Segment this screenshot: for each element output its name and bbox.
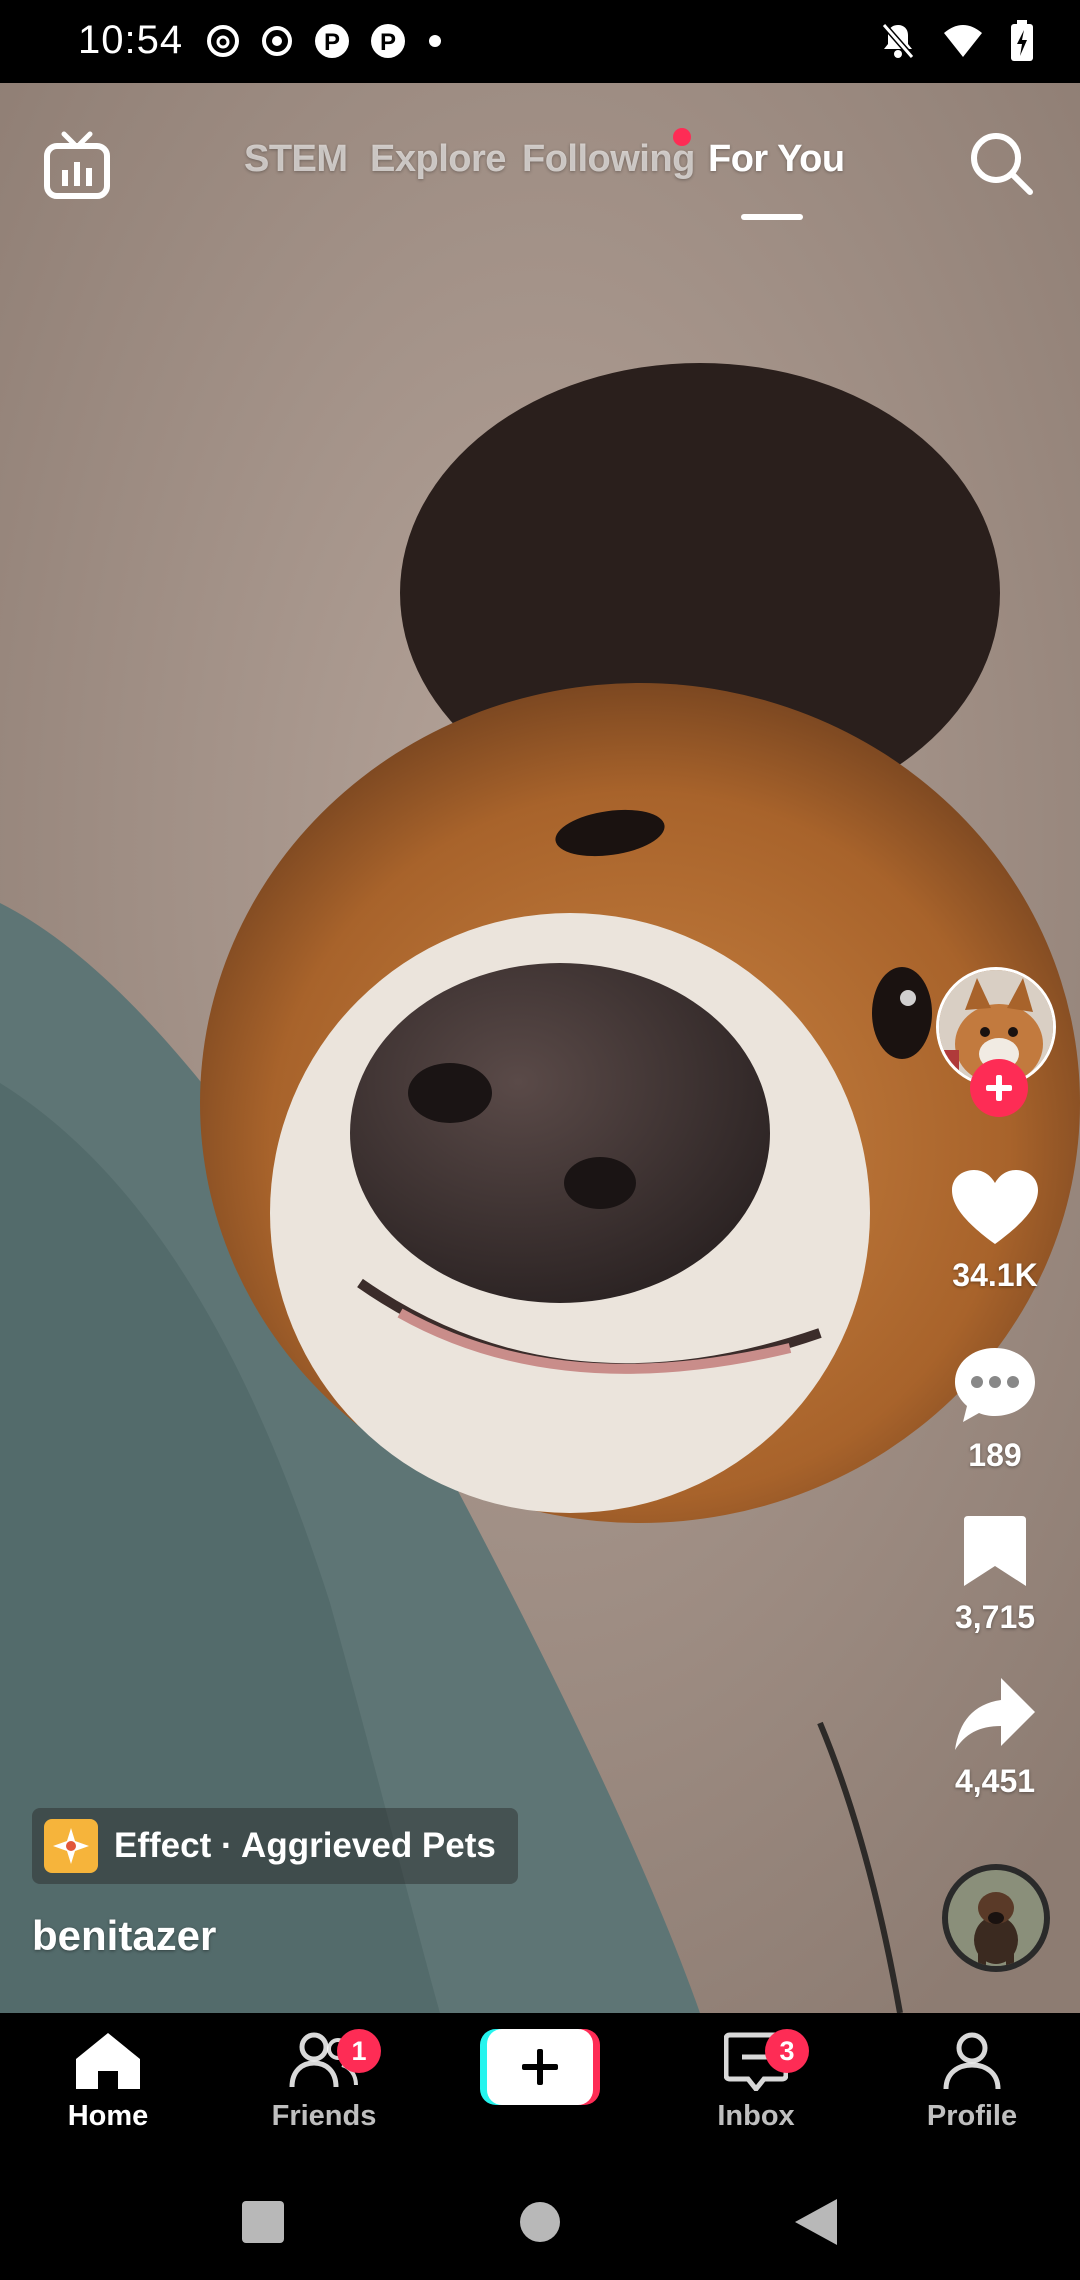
status-notification-icons: P P [205, 22, 445, 60]
creator-avatar-button[interactable] [936, 967, 1056, 1117]
mute-icon [881, 23, 915, 59]
comment-button[interactable]: 189 [940, 1346, 1050, 1474]
dot-icon [429, 35, 441, 47]
active-tab-indicator [741, 214, 803, 220]
plus-icon [986, 1075, 1012, 1101]
share-icon [955, 1678, 1035, 1750]
tab-stem[interactable]: STEM [244, 138, 348, 181]
svg-text:P: P [324, 29, 340, 56]
nav-friends-label: Friends [271, 2100, 377, 2132]
tab-following[interactable]: Following [522, 138, 695, 181]
recents-icon[interactable] [242, 2201, 284, 2243]
record-icon [262, 26, 292, 56]
svg-text:P: P [380, 29, 396, 56]
video-player[interactable] [0, 83, 1080, 2013]
nav-friends[interactable]: Friends 1 [239, 2029, 409, 2133]
friends-badge: 1 [337, 2029, 381, 2073]
heart-icon [952, 1170, 1038, 1244]
search-icon [971, 133, 1033, 195]
follow-button[interactable] [970, 1059, 1028, 1117]
save-count: 3,715 [954, 1599, 1036, 1635]
music-disc-button[interactable] [942, 1864, 1050, 1972]
search-button[interactable] [968, 130, 1034, 201]
sound-avatar [948, 1870, 1044, 1966]
home-icon [76, 2033, 140, 2089]
pinterest-icon: P [315, 24, 349, 58]
nav-home-label: Home [67, 2100, 149, 2132]
share-count: 4,451 [954, 1763, 1036, 1799]
dog-video-frame [0, 83, 1080, 2013]
like-count: 34.1K [952, 1257, 1038, 1293]
battery-charging-icon [1011, 20, 1033, 61]
home-circle-icon[interactable] [519, 2201, 561, 2243]
nav-inbox[interactable]: Inbox 3 [671, 2029, 841, 2133]
tab-for-you[interactable]: For You [708, 138, 845, 181]
effect-sparkle-icon [44, 1819, 98, 1873]
bottom-navigation: Home Friends 1 Inbox 3 Profile [0, 2013, 1080, 2163]
create-button[interactable] [480, 2027, 600, 2107]
live-tv-button[interactable] [44, 130, 110, 205]
inbox-badge: 3 [765, 2029, 809, 2073]
live-tv-icon [44, 131, 110, 199]
nav-inbox-label: Inbox [717, 2100, 795, 2132]
status-system-icons [880, 20, 1034, 62]
back-icon[interactable] [795, 2199, 837, 2245]
share-button[interactable]: 4,451 [940, 1678, 1050, 1800]
creator-username[interactable]: benitazer [32, 1912, 216, 1960]
save-button[interactable]: 3,715 [940, 1516, 1050, 1636]
system-navigation-bar [0, 2163, 1080, 2280]
nav-profile-label: Profile [926, 2100, 1018, 2132]
tab-explore[interactable]: Explore [370, 138, 506, 181]
status-bar: 10:54 P P [0, 0, 1080, 83]
pinterest-icon: P [371, 24, 405, 58]
following-new-dot [673, 128, 691, 146]
comment-icon [955, 1348, 1035, 1422]
comment-count: 189 [968, 1437, 1022, 1473]
bookmark-icon [964, 1516, 1026, 1586]
profile-icon [943, 2032, 1001, 2090]
create-plus-icon [480, 2029, 600, 2105]
nav-profile[interactable]: Profile [887, 2031, 1057, 2133]
effect-label: Effect · Aggrieved Pets [114, 1826, 496, 1865]
effect-chip[interactable]: Effect · Aggrieved Pets [32, 1808, 518, 1884]
nav-home[interactable]: Home [23, 2031, 193, 2133]
like-button[interactable]: 34.1K [940, 1170, 1050, 1294]
wifi-icon [944, 25, 982, 57]
status-time: 10:54 [78, 18, 184, 62]
threads-icon [207, 25, 239, 57]
